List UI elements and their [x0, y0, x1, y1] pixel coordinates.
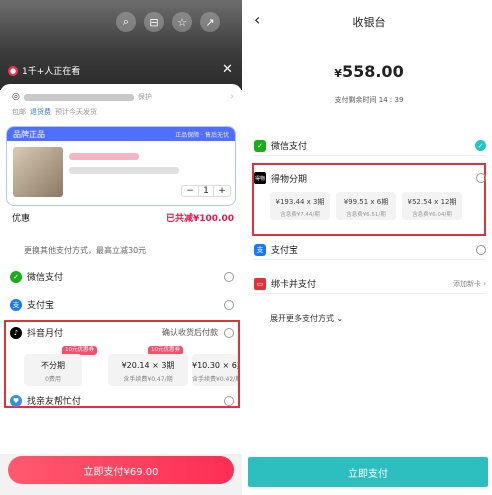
plan-option[interactable]: ¥10.30 × 6期 含手续费¥0.42/期 [192, 354, 238, 386]
currency-symbol: ¥ [334, 67, 342, 80]
product-spec [69, 167, 179, 174]
live-icon: ● [8, 65, 18, 76]
radio[interactable] [476, 244, 486, 255]
left-panel: ⌕ ⊟ ☆ ↗ ● 1千+人正在看 ✕ ◎ 保护 › 包邮 退货费 预计今天发货 [0, 0, 242, 495]
dewu-icon: 得物 [254, 172, 266, 184]
remaining-time: 支付剩余时间 14 : 39 [334, 96, 404, 104]
plan-sub: 0费用 [45, 376, 61, 383]
friend-icon: ♥ [10, 394, 22, 407]
discount-label: 优惠 [12, 214, 31, 224]
minus-button[interactable]: − [182, 186, 198, 196]
pay-option-label: 找亲友帮忙付 [27, 397, 82, 407]
ship-eta-label: 预计今天发货 [55, 108, 97, 116]
discount-row[interactable]: 优惠 已共减¥100.00 [12, 211, 234, 224]
close-icon[interactable]: ✕ [222, 62, 233, 77]
alipay-icon: 支 [254, 243, 266, 256]
amount-value: 558.00 [341, 62, 404, 81]
pay-option-label: 微信支付 [271, 142, 308, 152]
plan-sub: 含手续费¥0.42/期 [192, 376, 238, 383]
plan-title: 不分期 [41, 361, 65, 370]
plan-sub: 含手续费¥0.47/期 [123, 376, 173, 383]
right-panel: ‹ 收银台 ¥558.00 支付剩余时间 14 : 39 ✓ 微信支付 ✓ 得物… [246, 0, 492, 495]
pay-option-note: 确认收货后付款 [162, 328, 218, 337]
location-icon: ◎ [12, 92, 20, 102]
installment-title: ¥52.54 x 12期 [407, 198, 457, 206]
installment-option[interactable]: ¥193.44 x 3期 含息费¥7.44/期 [270, 192, 330, 220]
pay-now-button[interactable]: 立即支付¥69.00 [8, 456, 234, 484]
star-icon[interactable]: ☆ [172, 12, 192, 32]
installment-title: ¥193.44 x 3期 [275, 198, 325, 206]
chevron-right-icon: › [230, 92, 234, 102]
pay-option-alipay[interactable]: 支 支付宝 [10, 298, 234, 311]
product-card: 品牌正品 正品保障 · 售后无忧 − 1 + [6, 126, 236, 206]
cart-icon[interactable]: ⊟ [144, 12, 164, 32]
pay-option-wechat[interactable]: ✓ 微信支付 [10, 270, 234, 283]
expand-more-methods[interactable]: 展开更多支付方式 ⌄ [270, 313, 343, 324]
other-pay-hint[interactable]: 更换其他支付方式，最高立减30元 [24, 245, 146, 256]
share-icon[interactable]: ↗ [200, 12, 220, 32]
pay-amount: ¥558.00 [246, 62, 492, 81]
viewers-text: 1千+人正在看 [22, 67, 81, 77]
installment-sub: 含息费¥6.51/期 [346, 212, 386, 218]
checkout-sheet: ◎ 保护 › 包邮 退货费 预计今天发货 品牌正品 正品保障 · 售后无忧 − … [0, 84, 242, 454]
pay-option-label: 绑卡并支付 [271, 280, 317, 290]
wechat-icon: ✓ [10, 270, 22, 283]
plan-option[interactable]: 不分期 0费用 [24, 354, 82, 386]
radio[interactable] [224, 271, 234, 282]
discount-amount: 已共减¥100.00 [166, 214, 234, 224]
pay-option-label: 得物分期 [271, 174, 308, 185]
brand-title: 品牌正品 [13, 129, 45, 139]
add-card-link[interactable]: 添加新卡 › [453, 279, 486, 289]
free-shipping-label: 包邮 [12, 108, 26, 116]
page-title: 收银台 [352, 16, 386, 29]
plan-title: ¥20.14 × 3期 [121, 361, 175, 370]
pay-option-alipay[interactable]: 支 支付宝 [254, 240, 486, 260]
pay-option-douyin[interactable]: ♪ 抖音月付 确认收货后付款 [10, 326, 234, 339]
product-name [69, 153, 139, 160]
pay-option-dewu[interactable]: 得物 得物分期 [254, 168, 486, 188]
pay-option-friend[interactable]: ♥ 找亲友帮忙付 [10, 394, 234, 407]
address-block[interactable]: ◎ 保护 › 包邮 退货费 预计今天发货 [12, 92, 234, 117]
pay-now-button[interactable]: 立即支付 [248, 457, 488, 487]
plan-option[interactable]: ¥20.14 × 3期 含手续费¥0.47/期 [108, 354, 188, 386]
quantity-value[interactable]: 1 [198, 186, 214, 196]
installment-sub: 含息费¥6.04/期 [412, 212, 452, 218]
search-icon[interactable]: ⌕ [116, 12, 136, 32]
quantity-stepper[interactable]: − 1 + [181, 185, 231, 197]
alipay-icon: 支 [10, 298, 22, 311]
pay-option-wechat[interactable]: ✓ 微信支付 ✓ [254, 136, 486, 156]
product-thumbnail[interactable] [13, 147, 63, 197]
pay-option-label: 支付宝 [271, 246, 299, 256]
selected-check-icon[interactable]: ✓ [475, 140, 486, 151]
pay-option-card[interactable]: ▭ 绑卡并支付 添加新卡 › [254, 274, 486, 294]
product-hero-image: ⌕ ⊟ ☆ ↗ ● 1千+人正在看 ✕ [0, 0, 242, 90]
pay-option-label: 抖音月付 [27, 329, 64, 339]
return-fee-label: 退货费 [30, 108, 51, 116]
radio[interactable] [224, 395, 234, 406]
installment-sub: 含息费¥7.44/期 [280, 212, 320, 218]
installment-option[interactable]: ¥52.54 x 12期 含息费¥6.04/期 [402, 192, 462, 220]
plus-button[interactable]: + [214, 186, 230, 196]
radio[interactable] [224, 299, 234, 310]
installment-option[interactable]: ¥99.51 x 6期 含息费¥6.51/期 [336, 192, 396, 220]
plan-title: ¥10.30 × 6期 [192, 361, 238, 370]
viewers-badge: ● 1千+人正在看 [8, 64, 80, 77]
pay-option-label: 支付宝 [27, 301, 55, 311]
pay-option-label: 微信支付 [27, 273, 64, 283]
radio[interactable] [224, 327, 234, 338]
brand-guarantee: 正品保障 · 售后无忧 [175, 131, 229, 139]
radio[interactable] [476, 173, 486, 183]
douyin-icon: ♪ [10, 326, 22, 339]
address-suffix: 保护 [137, 93, 152, 101]
installment-title: ¥99.51 x 6期 [343, 198, 389, 206]
wechat-icon: ✓ [254, 139, 266, 152]
card-icon: ▭ [254, 277, 266, 290]
